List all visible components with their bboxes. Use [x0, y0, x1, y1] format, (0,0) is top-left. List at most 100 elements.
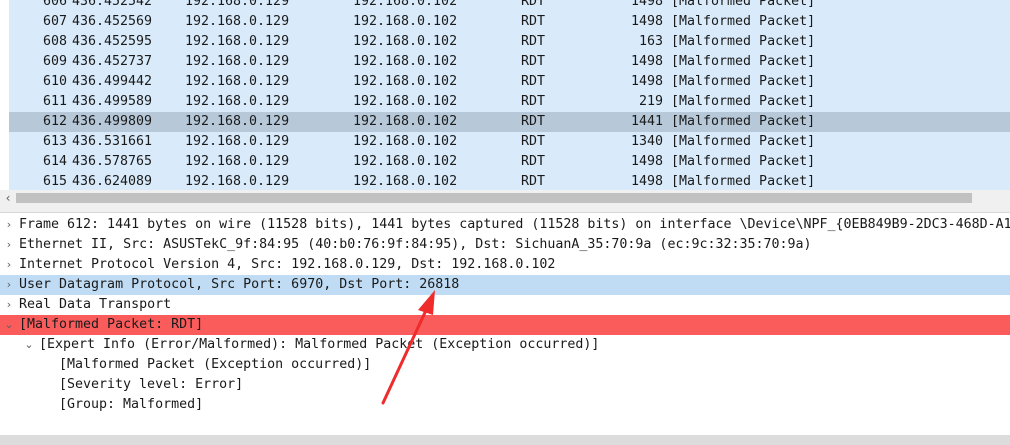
packet-info: [Malformed Packet] — [671, 74, 816, 89]
expand-chevron-icon[interactable]: › — [3, 215, 15, 235]
detail-tree-item[interactable]: ⌄ [Expert Info (Error/Malformed): Malform… — [0, 335, 1010, 355]
detail-tree-label: User Datagram Protocol, Src Port: 6970, … — [19, 277, 460, 292]
packet-time: 436.452569 — [72, 14, 153, 29]
detail-tree-label: [Expert Info (Error/Malformed): Malforme… — [39, 337, 600, 352]
packet-protocol: RDT — [521, 114, 546, 129]
packet-row[interactable]: 609 436.452737 192.168.0.129 192.168.0.102 R… — [9, 52, 1010, 72]
packet-time: 436.499589 — [72, 94, 153, 109]
detail-tree-item[interactable]: › Internet Protocol Version 4, Src: 192.1… — [0, 255, 1010, 275]
packet-source: 192.168.0.129 — [185, 154, 290, 169]
packet-info: [Malformed Packet] — [671, 134, 816, 149]
packet-row[interactable]: 610 436.499442 192.168.0.129 192.168.0.102 R… — [9, 72, 1010, 92]
packet-time: 436.452595 — [72, 34, 153, 49]
packet-number: 607 — [42, 14, 67, 29]
expand-chevron-icon[interactable]: › — [3, 275, 15, 295]
scroll-left-arrow-icon[interactable]: ‹ — [2, 190, 14, 206]
packet-length: 1340 — [630, 134, 663, 149]
packet-source: 192.168.0.129 — [185, 114, 290, 129]
detail-tree-label: [Malformed Packet (Exception occurred)] — [59, 357, 372, 372]
packet-info: [Malformed Packet] — [671, 94, 816, 109]
packet-destination: 192.168.0.102 — [353, 174, 458, 189]
packet-protocol: RDT — [521, 0, 546, 9]
packet-protocol: RDT — [521, 74, 546, 89]
packet-destination: 192.168.0.102 — [353, 0, 458, 9]
packet-destination: 192.168.0.102 — [353, 14, 458, 29]
packet-time: 436.499442 — [72, 74, 153, 89]
packet-info: [Malformed Packet] — [671, 14, 816, 29]
packet-info: [Malformed Packet] — [671, 34, 816, 49]
scrollbar-thumb[interactable] — [16, 193, 972, 203]
packet-length: 1498 — [630, 74, 663, 89]
packet-list-horizontal-scrollbar[interactable]: ‹ — [0, 190, 1010, 206]
packet-protocol: RDT — [521, 134, 546, 149]
packet-number: 613 — [42, 134, 67, 149]
packet-source: 192.168.0.129 — [185, 74, 290, 89]
packet-time: 436.531661 — [72, 134, 153, 149]
packet-number: 609 — [42, 54, 67, 69]
detail-tree-item[interactable]: [Malformed Packet (Exception occurred)] — [0, 355, 1010, 375]
packet-destination: 192.168.0.102 — [353, 34, 458, 49]
packet-time: 436.452542 — [72, 0, 153, 9]
packet-info: [Malformed Packet] — [671, 174, 816, 189]
packet-row[interactable]: 606 436.452542 192.168.0.129 192.168.0.102 R… — [9, 0, 1010, 12]
detail-tree-label: Real Data Transport — [19, 297, 172, 312]
packet-protocol: RDT — [521, 174, 546, 189]
packet-length: 163 — [638, 34, 663, 49]
packet-source: 192.168.0.129 — [185, 134, 290, 149]
packet-destination: 192.168.0.102 — [353, 54, 458, 69]
packet-destination: 192.168.0.102 — [353, 134, 458, 149]
packet-protocol: RDT — [521, 94, 546, 109]
packet-time: 436.452737 — [72, 54, 153, 69]
detail-tree-item[interactable]: › Real Data Transport — [0, 295, 1010, 315]
packet-protocol: RDT — [521, 154, 546, 169]
detail-tree-label: Ethernet II, Src: ASUSTekC_9f:84:95 (40:… — [19, 237, 812, 252]
packet-source: 192.168.0.129 — [185, 34, 290, 49]
expand-chevron-icon[interactable]: › — [3, 235, 15, 255]
packet-details-tree[interactable]: › Frame 612: 1441 bytes on wire (11528 bi… — [0, 213, 1010, 435]
pane-splitter[interactable] — [0, 206, 1010, 213]
packet-source: 192.168.0.129 — [185, 94, 290, 109]
packet-row[interactable]: 614 436.578765 192.168.0.129 192.168.0.102 R… — [9, 152, 1010, 172]
packet-source: 192.168.0.129 — [185, 54, 290, 69]
packet-list[interactable]: 606 436.452542 192.168.0.129 192.168.0.102 R… — [0, 0, 1010, 190]
packet-number: 614 — [42, 154, 67, 169]
packet-destination: 192.168.0.102 — [353, 74, 458, 89]
packet-source: 192.168.0.129 — [185, 14, 290, 29]
packet-length: 1498 — [630, 0, 663, 9]
detail-tree-label: [Group: Malformed] — [59, 397, 204, 412]
expand-chevron-icon[interactable]: › — [3, 255, 15, 275]
packet-length: 1498 — [630, 14, 663, 29]
packet-number: 611 — [42, 94, 67, 109]
packet-row[interactable]: 615 436.624089 192.168.0.129 192.168.0.102 R… — [9, 172, 1010, 190]
detail-tree-item[interactable]: › Frame 612: 1441 bytes on wire (11528 bi… — [0, 215, 1010, 235]
packet-list-gutter — [0, 0, 9, 190]
packet-source: 192.168.0.129 — [185, 0, 290, 9]
packet-time: 436.624089 — [72, 174, 153, 189]
detail-tree-item[interactable]: [Severity level: Error] — [0, 375, 1010, 395]
detail-tree-label: [Severity level: Error] — [59, 377, 244, 392]
packet-row[interactable]: 612 436.499809 192.168.0.129 192.168.0.102 R… — [9, 112, 1010, 132]
detail-tree-item[interactable]: ⌄ [Malformed Packet: RDT] — [0, 315, 1010, 335]
detail-tree-item[interactable]: › Ethernet II, Src: ASUSTekC_9f:84:95 (40… — [0, 235, 1010, 255]
packet-destination: 192.168.0.102 — [353, 94, 458, 109]
packet-row[interactable]: 611 436.499589 192.168.0.129 192.168.0.102 R… — [9, 92, 1010, 112]
packet-row[interactable]: 613 436.531661 192.168.0.129 192.168.0.102 R… — [9, 132, 1010, 152]
detail-tree-item[interactable]: [Group: Malformed] — [0, 395, 1010, 415]
detail-tree-item[interactable]: › User Datagram Protocol, Src Port: 6970,… — [0, 275, 1010, 295]
collapse-chevron-icon[interactable]: ⌄ — [3, 315, 15, 335]
packet-number: 612 — [42, 114, 67, 129]
collapse-chevron-icon[interactable]: ⌄ — [23, 335, 35, 355]
expand-chevron-icon[interactable]: › — [3, 295, 15, 315]
packet-protocol: RDT — [521, 54, 546, 69]
details-horizontal-scrollbar[interactable] — [0, 435, 1010, 445]
detail-tree-label: [Malformed Packet: RDT] — [19, 317, 204, 332]
detail-tree-label: Frame 612: 1441 bytes on wire (11528 bit… — [19, 217, 1010, 232]
packet-time: 436.578765 — [72, 154, 153, 169]
packet-number: 608 — [42, 34, 67, 49]
packet-destination: 192.168.0.102 — [353, 154, 458, 169]
packet-length: 1441 — [630, 114, 663, 129]
packet-row[interactable]: 608 436.452595 192.168.0.129 192.168.0.102 R… — [9, 32, 1010, 52]
packet-protocol: RDT — [521, 34, 546, 49]
packet-row[interactable]: 607 436.452569 192.168.0.129 192.168.0.102 R… — [9, 12, 1010, 32]
packet-destination: 192.168.0.102 — [353, 114, 458, 129]
